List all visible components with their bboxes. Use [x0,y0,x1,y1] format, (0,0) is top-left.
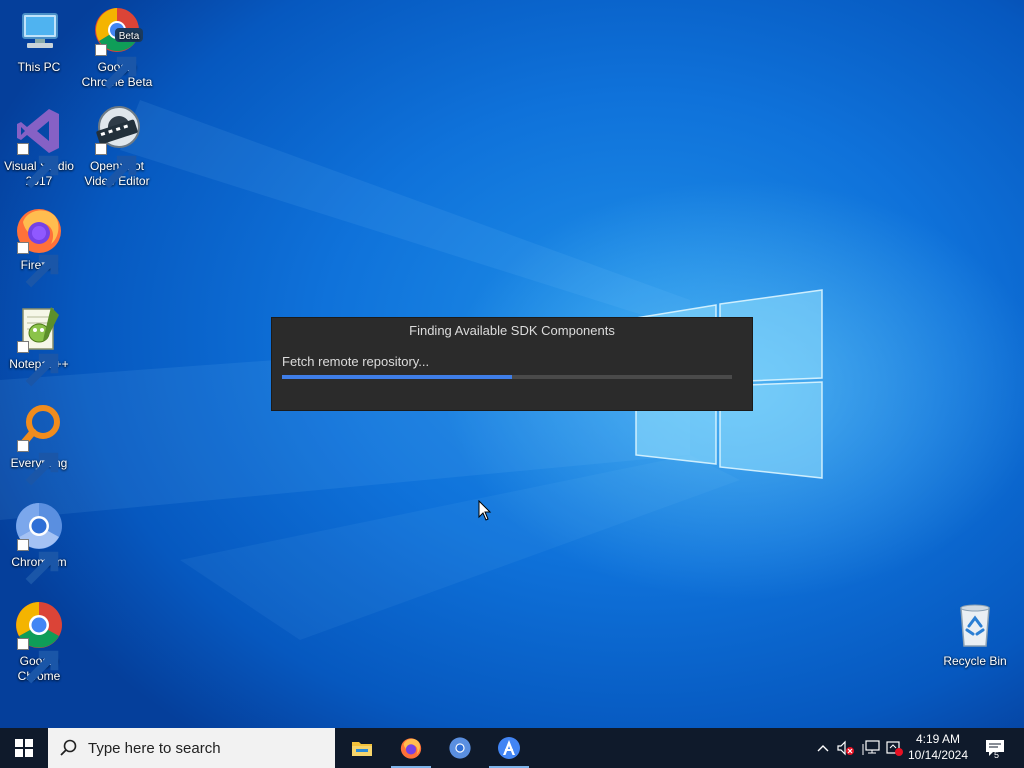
windows-logo-icon [15,739,33,757]
chevron-up-icon [817,745,829,752]
taskbar-app-file-explorer[interactable] [338,728,386,768]
desktop-icon-everything[interactable]: Everything [1,402,77,486]
desktop-icon-chrome[interactable]: Google Chrome [1,600,77,684]
taskbar-app-android-studio[interactable] [485,728,533,768]
desktop-icon-recycle-bin[interactable]: Recycle Bin [937,600,1013,669]
chrome-beta-icon: Beta [91,6,143,90]
desktop-icon-label: This PC [17,60,61,74]
taskbar-search-box[interactable]: Type here to search [48,728,335,768]
show-hidden-icons-button[interactable] [814,728,832,768]
clock-date: 10/14/2024 [907,748,969,762]
security-alert-icon [886,741,903,756]
desktop-icon-label: Recycle Bin [943,654,1007,668]
desktop-icon-this-pc[interactable]: This PC [1,6,77,75]
progress-bar [282,375,732,379]
start-button[interactable] [0,728,48,768]
action-center-button[interactable] [980,728,1010,768]
windows-security-button[interactable] [884,728,906,768]
shortcut-arrow-icon [17,341,59,387]
file-explorer-icon [352,742,372,756]
shortcut-arrow-icon [17,143,59,189]
visual-studio-icon [13,105,65,189]
desktop-icon-chromium[interactable]: Chromium [1,501,77,585]
taskbar-clock[interactable]: 4:19 AM 10/14/2024 [904,731,972,763]
firefox-icon [400,738,422,759]
speaker-muted-icon [837,740,854,756]
taskbar-app-firefox[interactable] [387,728,435,768]
shortcut-arrow-icon [17,539,59,585]
desktop: This PC Beta Google Chrome Beta Visual S… [0,0,1024,728]
mouse-cursor-icon [478,500,492,521]
notification-count-badge: 5 [994,750,1000,760]
recycle-bin-icon [949,600,1001,652]
search-icon [48,739,88,757]
progress-bar-fill [282,375,512,379]
dialog-status-text: Fetch remote repository... [282,354,430,369]
shortcut-arrow-icon [17,638,59,684]
firefox-icon [13,204,65,288]
everything-search-icon [13,402,65,486]
shortcut-arrow-icon [95,44,137,90]
clock-time: 4:19 AM [915,732,961,746]
search-placeholder: Type here to search [88,739,221,757]
sdk-progress-dialog: Finding Available SDK Components Fetch r… [271,317,753,411]
taskbar-app-chromium[interactable] [436,728,484,768]
chromium-icon [13,501,65,585]
desktop-icon-visual-studio[interactable]: Visual Studio 2017 [1,105,77,189]
network-icon [862,740,880,755]
chromium-icon [449,737,471,759]
taskbar: Type here to search 4:19 AM 10/14/2024 [0,728,1024,768]
desktop-icon-chrome-beta[interactable]: Beta Google Chrome Beta [79,6,155,90]
openshot-icon [91,105,143,189]
android-studio-icon [498,737,520,759]
dialog-title: Finding Available SDK Components [409,323,615,338]
this-pc-icon [13,6,65,58]
shortcut-arrow-icon [17,440,59,486]
desktop-icon-notepad-plus-plus[interactable]: Notepad++ [1,303,77,387]
volume-muted-button[interactable] [836,728,856,768]
network-button[interactable] [860,728,882,768]
chrome-icon [13,600,65,684]
shortcut-arrow-icon [17,242,59,288]
desktop-icon-firefox[interactable]: Firefox [1,204,77,288]
shortcut-arrow-icon [95,143,137,189]
notepad-plus-plus-icon [13,303,65,387]
beta-badge: Beta [119,31,140,42]
desktop-icon-openshot[interactable]: OpenShot Video Editor [79,105,155,189]
